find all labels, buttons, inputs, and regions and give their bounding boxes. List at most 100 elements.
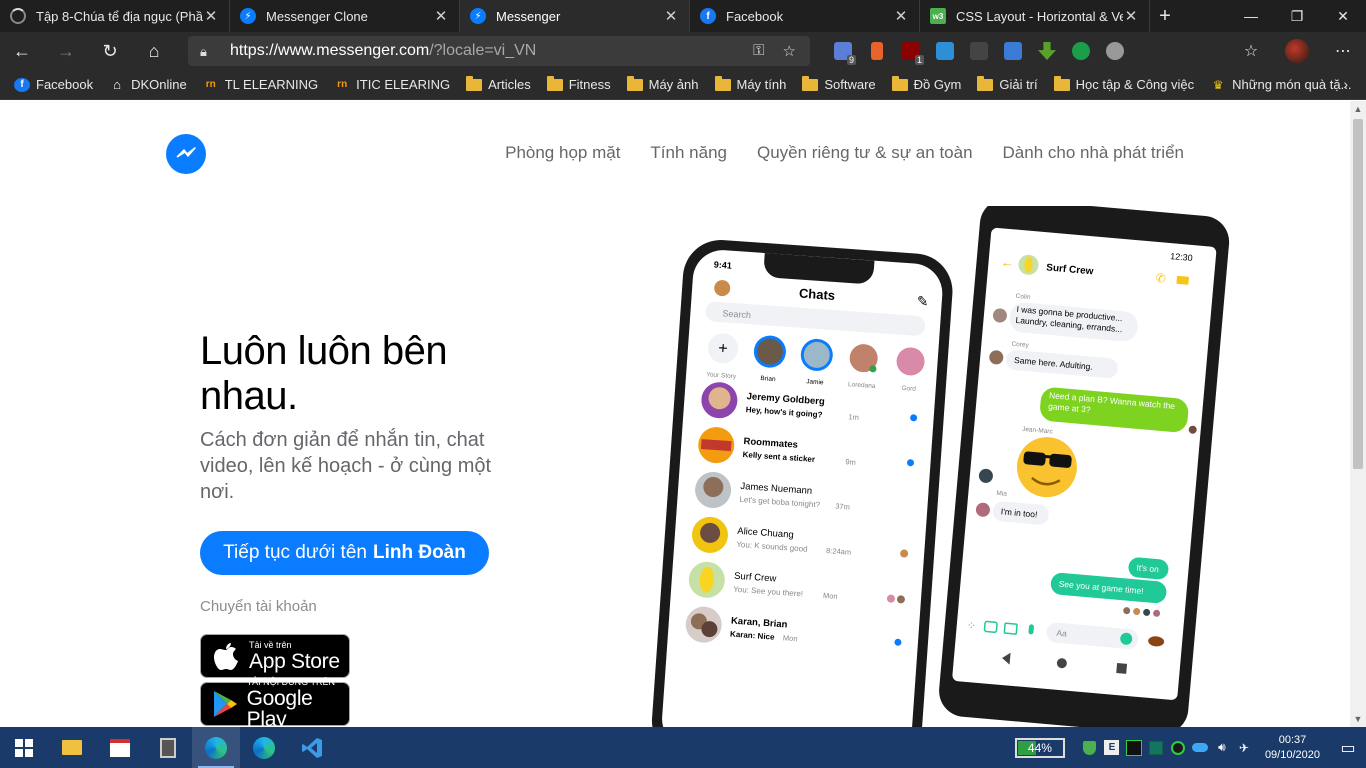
notifications-icon[interactable]: ▭ <box>1330 738 1366 758</box>
vscode-icon[interactable] <box>288 727 336 768</box>
refresh-icon[interactable]: ↻ <box>88 32 132 70</box>
shield-icon[interactable] <box>1079 727 1101 768</box>
tab-video[interactable]: Tập 8-Chúa tể địa ngục (Phần 2) ✕ <box>0 0 230 32</box>
e-app-icon[interactable]: E <box>1101 727 1123 768</box>
rn-icon: rn <box>205 79 216 90</box>
search-placeholder: Search <box>722 308 751 320</box>
key-icon[interactable]: ⚿ <box>753 42 764 60</box>
new-tab-button[interactable]: + <box>1150 0 1180 32</box>
rn-icon: rn <box>337 79 348 90</box>
edge-dev-icon[interactable] <box>240 727 288 768</box>
cpu-monitor-icon[interactable] <box>1123 727 1145 768</box>
nav-features-link[interactable]: Tính năng <box>650 143 727 163</box>
taskbar-clock[interactable]: 00:37 09/10/2020 <box>1265 733 1320 763</box>
more-menu-icon[interactable]: ⋯ <box>1320 41 1366 61</box>
calendar-app-icon[interactable] <box>96 727 144 768</box>
tab-css-layout[interactable]: w3 CSS Layout - Horizontal & Vertical ✕ <box>920 0 1150 32</box>
system-tray: 44% E 🔊︎ ✈ 00:37 09/10/2020 ▭ <box>1014 727 1366 768</box>
chevron-right-icon[interactable]: › <box>1343 76 1348 92</box>
facebook-icon: f <box>700 8 716 24</box>
close-tab-icon[interactable]: ✕ <box>433 7 449 25</box>
bookmark-may-tinh[interactable]: Máy tính <box>714 75 786 92</box>
bookmark-may-anh[interactable]: Máy ảnh <box>626 75 699 92</box>
favorites-icon[interactable]: ☆ <box>1228 41 1274 61</box>
profile-avatar[interactable] <box>1285 39 1309 63</box>
tab-title: CSS Layout - Horizontal & Vertical <box>956 8 1123 24</box>
story-label: Gord <box>901 385 916 393</box>
bookmark-itic-elearing[interactable]: rn ITIC ELEARING <box>334 77 450 92</box>
messenger-logo[interactable] <box>166 134 206 174</box>
close-tab-icon[interactable]: ✕ <box>663 7 679 25</box>
scroll-down-icon[interactable]: ▼ <box>1350 711 1366 727</box>
restore-icon[interactable]: ❐ <box>1274 0 1320 32</box>
close-tab-icon[interactable]: ✕ <box>1123 7 1139 25</box>
bookmark-qua-tang[interactable]: ♛ Những món quà tặ... <box>1210 77 1352 92</box>
back-icon[interactable]: ← <box>0 32 44 70</box>
mail-extension-icon[interactable]: 9 <box>826 32 860 70</box>
battery-indicator[interactable]: 44% <box>1014 737 1065 758</box>
airplane-mode-icon[interactable]: ✈ <box>1233 727 1255 768</box>
nav-privacy-link[interactable]: Quyền riêng tư & sự an toàn <box>757 143 973 163</box>
file-explorer-icon[interactable] <box>48 727 96 768</box>
link-extension-icon[interactable] <box>928 32 962 70</box>
page-scrollbar[interactable]: ▲ ▼ <box>1350 101 1366 727</box>
tab-messenger-clone[interactable]: ⚡ Messenger Clone ✕ <box>230 0 460 32</box>
apple-icon <box>211 641 241 671</box>
bookmark-facebook[interactable]: f Facebook <box>14 77 93 92</box>
download-extension-icon[interactable] <box>1030 32 1064 70</box>
bookmark-dkonline[interactable]: ⌂ DKOnline <box>109 77 187 92</box>
messenger-page: Phòng họp mặt Tính năng Quyền riêng tư &… <box>0 101 1350 727</box>
grey-extension-icon[interactable] <box>1098 32 1132 70</box>
calculator-icon[interactable] <box>144 727 192 768</box>
app-store-badge[interactable]: Tải về trên App Store <box>200 634 350 678</box>
nav-developers-link[interactable]: Dành cho nhà phát triển <box>1003 143 1184 163</box>
green-app-icon[interactable] <box>1167 727 1189 768</box>
close-tab-icon[interactable]: ✕ <box>203 7 219 25</box>
scrollbar-thumb[interactable] <box>1353 119 1363 469</box>
folder-icon <box>1053 75 1070 91</box>
left-phone-time: 9:41 <box>713 260 732 271</box>
tab-facebook[interactable]: f Facebook ✕ <box>690 0 920 32</box>
switch-account-link[interactable]: Chuyển tài khoản <box>200 598 317 615</box>
bookmark-giai-tri[interactable]: Giải trí <box>977 75 1038 92</box>
google-play-badge[interactable]: TẢI NỘI DUNG TRÊN Google Play <box>200 678 350 727</box>
add-story-icon: + <box>718 340 729 358</box>
bookmark-do-gym[interactable]: Đồ Gym <box>891 75 961 92</box>
terminal-icon[interactable] <box>1145 727 1167 768</box>
minimize-icon[interactable]: — <box>1228 0 1274 32</box>
video-call-icon <box>1176 275 1189 285</box>
onedrive-icon[interactable] <box>1189 727 1211 768</box>
office-extension-icon[interactable] <box>860 32 894 70</box>
right-phone: 12:30 ← Surf Crew ✆ Colin I was gonna be… <box>939 206 1230 727</box>
browser-toolbar: ← → ↻ ⌂ 🔒︎ https://www.messenger.com/?lo… <box>0 32 1366 70</box>
messenger-icon: ⚡ <box>240 8 256 24</box>
scroll-up-icon[interactable]: ▲ <box>1350 101 1366 117</box>
close-window-icon[interactable]: ✕ <box>1320 0 1366 32</box>
bookmark-label: Giải trí <box>999 77 1038 92</box>
bookmark-fitness[interactable]: Fitness <box>546 75 611 92</box>
favorite-star-icon[interactable]: ☆ <box>783 42 796 60</box>
edge-browser-icon[interactable] <box>192 727 240 768</box>
bookmark-software[interactable]: Software <box>802 75 876 92</box>
chat-time: 37m <box>835 502 850 512</box>
appstore-big-text: App Store <box>249 649 340 673</box>
address-bar[interactable]: 🔒︎ https://www.messenger.com/?locale=vi_… <box>188 36 810 66</box>
p-extension-icon[interactable] <box>962 32 996 70</box>
idm-extension-icon[interactable] <box>1064 32 1098 70</box>
folder-icon <box>802 75 819 91</box>
continue-as-button[interactable]: Tiếp tục dưới tên Linh Đoàn <box>200 531 489 575</box>
bookmark-hoc-tap[interactable]: Học tập & Công việc <box>1053 75 1194 92</box>
start-button[interactable] <box>0 727 48 768</box>
clock-time: 00:37 <box>1278 733 1307 746</box>
tab-messenger[interactable]: ⚡ Messenger ✕ <box>460 0 690 32</box>
volume-icon[interactable]: 🔊︎ <box>1211 727 1233 768</box>
continue-user-name: Linh Đoàn <box>372 542 466 563</box>
tab-extension-icon[interactable] <box>996 32 1030 70</box>
nav-rooms-link[interactable]: Phòng họp mặt <box>505 143 620 163</box>
bookmark-articles[interactable]: Articles <box>466 75 531 92</box>
bookmark-tl-elearning[interactable]: rn TL ELEARNING <box>203 77 318 92</box>
ublock-extension-icon[interactable]: 1 <box>894 32 928 70</box>
forward-icon[interactable]: → <box>44 32 88 70</box>
close-tab-icon[interactable]: ✕ <box>893 7 909 25</box>
home-icon[interactable]: ⌂ <box>132 32 176 70</box>
